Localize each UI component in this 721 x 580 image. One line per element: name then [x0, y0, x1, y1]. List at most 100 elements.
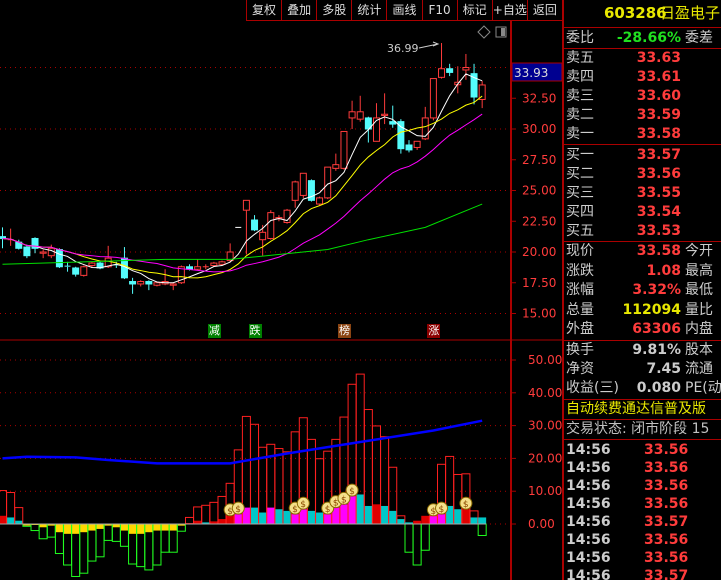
bid-price: 33.54 [636, 204, 681, 220]
tick-price: 33.57 [644, 568, 689, 580]
tick-price: 33.57 [644, 514, 689, 530]
candle [0, 227, 6, 249]
indicator-fill [144, 524, 153, 533]
candle-body [429, 78, 437, 119]
candles [0, 43, 486, 294]
bid-row: 买一 33.57 [566, 146, 721, 165]
indicator-tick-label: 30.00 [528, 419, 562, 433]
fundamental-ext-label: 股本 [685, 342, 713, 358]
event-badge[interactable]: 跌 [248, 324, 262, 338]
toolbar-fuquan[interactable]: 复权 [246, 0, 281, 20]
toolbar-f10[interactable]: F10 [421, 0, 457, 20]
price-tick-label: 17.50 [522, 276, 556, 290]
indicator-fill [307, 510, 316, 524]
candle-body [153, 282, 161, 286]
indicator-bar [347, 383, 357, 525]
stat-value: 1.08 [646, 262, 681, 279]
indicator-fill [0, 515, 7, 524]
high-price-label: 36.99 [387, 42, 419, 55]
candle-body [413, 140, 421, 148]
bid-price: 33.55 [636, 185, 681, 201]
indicator-axis: 50.00 40.00 30.00 20.00 10.00 0.00 [511, 353, 562, 531]
indicator-fill [87, 524, 96, 531]
tick-row: 14:56 33.56 [566, 459, 721, 478]
stock-header: 603286 日盈电子 [566, 4, 721, 23]
stat-value: 3.32% [632, 282, 681, 298]
quote-panel: 603286 日盈电子 委比 -28.66% 委差 卖五 33.63 卖四 33.61… [562, 0, 721, 580]
indicator-bar [54, 523, 64, 555]
toolbar-draw-line[interactable]: 画线 [386, 0, 421, 20]
diamond-icon[interactable] [477, 25, 491, 39]
price-axis: 32.50 30.00 27.50 25.00 22.50 20.00 17.50 15.00 [511, 91, 556, 321]
toolbar-overlay[interactable]: 叠加 [281, 0, 316, 20]
event-badge[interactable]: 榜 [337, 324, 351, 338]
indicator-fill [274, 509, 283, 524]
toolbar-mark[interactable]: 标记 [456, 0, 492, 20]
candle-body [210, 262, 218, 267]
ma10-line [2, 95, 483, 279]
money-bag-symbol: $ [325, 505, 331, 515]
ask-price: 33.59 [636, 107, 681, 123]
candle-body [372, 117, 380, 142]
candle-body [299, 172, 307, 196]
fundamental-row: 收益(三) 0.080 PE(动 [566, 379, 721, 398]
high-arrow-icon [418, 41, 440, 49]
stat-value: 63306 [632, 321, 681, 337]
indicator-bar [46, 523, 56, 538]
candle [299, 172, 307, 198]
indicator-bar [477, 517, 487, 536]
tick-row: 14:56 33.56 [566, 531, 721, 550]
tick-time: 14:56 [566, 496, 611, 512]
kline-chart[interactable]: $ $ $ $ $$ $$$ $ $ 32.50 30.00 27.50 25.00 22.50 20.… [0, 0, 562, 580]
indicator-bar [152, 523, 162, 566]
tick-time: 14:56 [566, 442, 611, 458]
indicator-fill [152, 524, 161, 531]
fundamental-value: 7.45 [646, 361, 681, 377]
toolbar-add-watchlist[interactable]: +自选 [491, 0, 527, 20]
toolbar-statistics[interactable]: 统计 [351, 0, 386, 20]
candle-body [446, 68, 454, 73]
indicator-fill [96, 524, 105, 529]
indicator-fill [250, 507, 259, 524]
candle [55, 248, 63, 268]
marquee[interactable]: 自动续费通达信普及版 [566, 400, 721, 419]
tick-row: 14:56 33.56 [566, 549, 721, 568]
indicator-bar [136, 523, 146, 568]
candle [129, 277, 137, 294]
stat-ext-label: 内盘 [685, 321, 713, 337]
indicator-fill [55, 524, 64, 533]
fundamental-ext-label: 流通 [685, 361, 713, 377]
fundamental-label: 收益(三) [566, 380, 619, 396]
stat-row: 总量 112094 量比 [566, 301, 721, 320]
ask-price: 33.63 [636, 50, 681, 66]
indicator-outline [209, 501, 219, 525]
candle [291, 180, 299, 208]
panel-toggle-icon-fill [501, 28, 505, 36]
toolbar-multi-stock[interactable]: 多股 [316, 0, 351, 20]
toolbar-back[interactable]: 返回 [526, 0, 562, 20]
candle [283, 208, 291, 224]
candle-body [88, 262, 96, 267]
fundamental-value: 0.080 [636, 380, 681, 396]
indicator-bar [339, 416, 349, 525]
stat-row: 现价 33.58 今开 [566, 242, 721, 261]
tick-row: 14:56 33.57 [566, 567, 721, 580]
indicator-fill [169, 524, 178, 531]
candle [194, 259, 202, 271]
indicator-bar [14, 507, 24, 525]
indicator-tick-label: 0.00 [528, 517, 555, 531]
indicator-bar [306, 438, 316, 525]
bid-row: 买四 33.54 [566, 203, 721, 222]
indicator-fill [120, 524, 129, 531]
indicator-fill [234, 514, 243, 524]
price-tick-label: 30.00 [522, 122, 556, 136]
candle-body [23, 246, 31, 257]
indicator-fill [258, 512, 267, 524]
event-badge[interactable]: 减 [207, 324, 221, 338]
indicator-bar [209, 501, 219, 525]
event-badge[interactable]: 涨 [427, 324, 441, 338]
candle [413, 140, 421, 150]
candle [23, 244, 31, 259]
stat-row: 涨幅 3.32% 最低 [566, 281, 721, 300]
candle [120, 247, 128, 280]
